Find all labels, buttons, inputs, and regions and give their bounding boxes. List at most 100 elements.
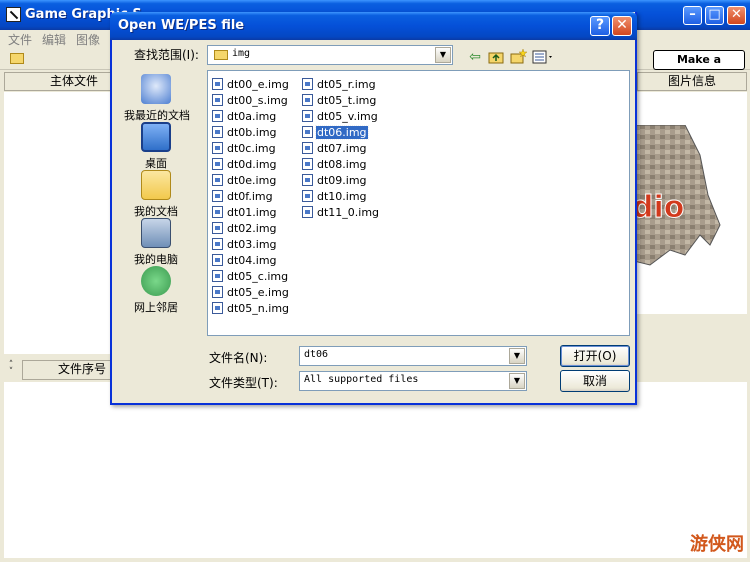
filename-input[interactable]: dt06 ▼ (299, 346, 527, 366)
file-name: dt0b.img (227, 125, 277, 139)
place-recent[interactable]: 我最近的文档 (124, 74, 190, 123)
look-in-combo[interactable]: img ▼ (207, 45, 453, 65)
file-item[interactable]: dt05_e.img (212, 285, 290, 301)
image-file-icon (212, 270, 223, 282)
up-folder-icon[interactable] (487, 48, 505, 66)
file-name: dt00_e.img (227, 77, 289, 91)
file-item[interactable]: dt11_0.img (302, 205, 380, 221)
chevron-down-icon[interactable]: ▼ (509, 348, 525, 364)
menu-image[interactable]: 图像 (76, 31, 100, 48)
file-item[interactable]: dt05_r.img (302, 77, 377, 93)
cancel-button[interactable]: 取消 (560, 370, 630, 392)
look-in-label: 查找范围(I): (134, 48, 199, 62)
file-item[interactable]: dt05_t.img (302, 93, 377, 109)
file-item[interactable]: dt0c.img (212, 141, 277, 157)
place-label: 网上邻居 (134, 301, 178, 314)
file-name: dt03.img (227, 237, 277, 251)
minimize-icon[interactable]: – (683, 6, 702, 25)
filetype-select[interactable]: All supported files ▼ (299, 371, 527, 391)
file-name: dt0d.img (227, 157, 277, 171)
file-item[interactable]: dt03.img (212, 237, 278, 253)
image-file-icon (302, 190, 313, 202)
file-name: dt05_c.img (227, 269, 289, 283)
file-index-list (4, 382, 747, 558)
close-icon[interactable]: ✕ (727, 6, 746, 25)
file-item[interactable]: dt00_s.img (212, 93, 289, 109)
filetype-value: All supported files (304, 374, 419, 385)
place-label: 我最近的文档 (124, 109, 190, 122)
file-name: dt00_s.img (227, 93, 288, 107)
file-list[interactable]: dt00_e.img dt00_s.img dt0a.img dt0b.img dt0c… (207, 70, 630, 336)
place-my-computer[interactable]: 我的电脑 (124, 218, 188, 267)
chevron-down-icon[interactable]: ▼ (435, 47, 451, 63)
file-item[interactable]: dt01.img (212, 205, 278, 221)
file-item[interactable]: dt0e.img (212, 173, 277, 189)
my-computer-icon (141, 218, 171, 248)
place-my-documents[interactable]: 我的文档 (124, 170, 188, 219)
file-item[interactable]: dt09.img (302, 173, 368, 189)
open-folder-icon[interactable] (10, 53, 24, 64)
image-file-icon (302, 110, 313, 122)
file-item[interactable]: dt00_e.img (212, 77, 290, 93)
image-file-icon (212, 190, 223, 202)
image-file-icon (212, 302, 223, 314)
image-file-icon (212, 222, 223, 234)
file-item[interactable]: dt05_n.img (212, 301, 290, 317)
help-icon[interactable]: ? (590, 16, 610, 36)
back-icon[interactable]: ⇦ (466, 48, 484, 66)
dialog-title: Open WE/PES file (118, 18, 245, 33)
file-item[interactable]: dt07.img (302, 141, 368, 157)
place-label: 我的文档 (134, 205, 178, 218)
image-file-icon (212, 110, 223, 122)
image-file-icon (212, 238, 223, 250)
chevron-down-icon[interactable]: ▼ (509, 373, 525, 389)
place-label: 我的电脑 (134, 253, 178, 266)
image-file-icon (212, 254, 223, 266)
file-name: dt08.img (317, 157, 367, 171)
file-name: dt07.img (317, 141, 367, 155)
new-folder-icon[interactable] (509, 48, 528, 66)
image-file-icon (302, 142, 313, 154)
dialog-title-bar[interactable]: Open WE/PES file ? ✕ (110, 12, 637, 40)
file-item[interactable]: dt10.img (302, 189, 368, 205)
file-item[interactable]: dt08.img (302, 157, 368, 173)
menu-file[interactable]: 文件 (8, 31, 32, 48)
file-item[interactable]: dt0f.img (212, 189, 274, 205)
file-item[interactable]: dt04.img (212, 253, 278, 269)
file-item[interactable]: dt05_c.img (212, 269, 289, 285)
image-file-icon (302, 126, 313, 138)
file-name: dt05_n.img (227, 301, 290, 315)
file-item[interactable]: dt02.img (212, 221, 278, 237)
file-name: dt0f.img (227, 189, 273, 203)
file-name: dt01.img (227, 205, 277, 219)
file-item[interactable]: dt06.img (302, 124, 369, 141)
sort-arrows-icon[interactable]: ˄ ˅ (2, 361, 20, 378)
look-in-value: img (232, 48, 251, 59)
image-file-icon (302, 174, 313, 186)
file-name: dt06.img (315, 124, 369, 140)
file-item[interactable]: dt0a.img (212, 109, 277, 125)
image-file-icon (302, 78, 313, 90)
place-desktop[interactable]: 桌面 (124, 122, 188, 171)
file-name: dt0a.img (227, 109, 277, 123)
my-documents-icon (141, 170, 171, 200)
file-name: dt05_t.img (317, 93, 377, 107)
image-file-icon (212, 158, 223, 170)
file-name: dt10.img (317, 189, 367, 203)
place-network[interactable]: 网上邻居 (124, 266, 188, 315)
network-places-icon (141, 266, 171, 296)
file-name: dt0e.img (227, 173, 277, 187)
image-file-icon (302, 158, 313, 170)
file-item[interactable]: dt0d.img (212, 157, 278, 173)
donate-button[interactable]: Make a donation (653, 50, 745, 84)
open-button[interactable]: 打开(O) (560, 345, 630, 367)
view-menu-icon[interactable] (532, 48, 556, 66)
file-item[interactable]: dt05_v.img (302, 109, 379, 125)
file-item[interactable]: dt0b.img (212, 125, 278, 141)
dialog-close-icon[interactable]: ✕ (612, 16, 632, 36)
open-file-dialog: Open WE/PES file ? ✕ 查找范围(I): img ▼ ⇦ 我最… (110, 12, 637, 405)
maximize-icon[interactable]: □ (705, 6, 724, 25)
file-name: dt04.img (227, 253, 277, 267)
preview-image: dio (630, 125, 721, 266)
menu-edit[interactable]: 编辑 (42, 31, 66, 48)
